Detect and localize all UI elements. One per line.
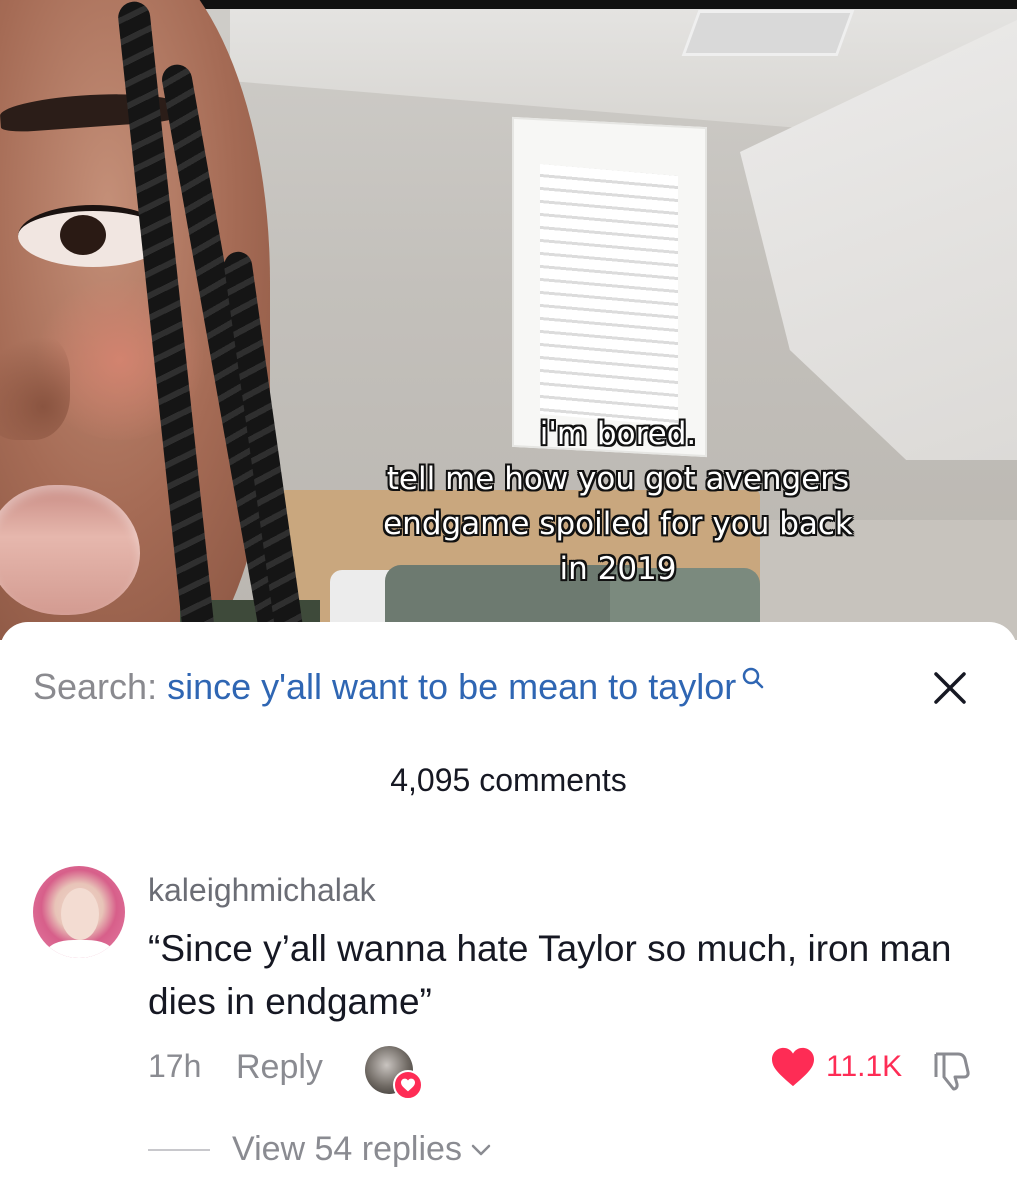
comment-timestamp: 17h	[148, 1048, 202, 1084]
comment-username[interactable]: kaleighmichalak	[148, 872, 376, 909]
caption-line: endgame spoiled for you back	[383, 506, 853, 542]
reply-button[interactable]: Reply	[236, 1048, 323, 1087]
avatar-shirt	[47, 940, 113, 958]
thumbs-down-icon	[934, 1052, 970, 1091]
heart-icon	[772, 1047, 814, 1087]
caption-line: i'm bored.	[539, 416, 697, 452]
dislike-button[interactable]	[930, 1046, 976, 1092]
like-count: 11.1K	[826, 1050, 903, 1083]
search-suggestion[interactable]: Search: since y'all want to be mean to t…	[33, 662, 768, 712]
comment-text: “Since y’all wanna hate Taylor so much, …	[148, 928, 952, 1022]
avatar[interactable]	[33, 866, 125, 958]
video-caption: i'm bored. tell me how you got avengers …	[318, 412, 918, 592]
close-icon	[934, 672, 966, 704]
search-label: Search:	[33, 666, 158, 707]
replies-divider	[148, 1148, 210, 1151]
view-replies-label: View 54 replies	[232, 1130, 462, 1168]
chevron-down-icon	[471, 1144, 491, 1155]
view-replies-button[interactable]: View 54 replies	[148, 1130, 492, 1169]
comments-sheet: Search: since y'all want to be mean to t…	[0, 622, 1017, 1200]
window-blinds	[540, 163, 678, 427]
comments-count: 4,095 comments	[390, 762, 627, 798]
search-icon[interactable]	[740, 662, 768, 698]
creator-heart-icon	[393, 1070, 423, 1100]
close-button[interactable]	[930, 668, 970, 708]
video-frame[interactable]: i'm bored. tell me how you got avengers …	[0, 0, 1017, 640]
avatar-face	[61, 888, 99, 940]
like-button[interactable]	[770, 1046, 816, 1090]
caption-line: in 2019	[559, 551, 677, 587]
air-vent	[681, 10, 855, 56]
search-query-link[interactable]: since y'all want to be mean to taylor	[167, 666, 736, 708]
nose	[0, 330, 70, 440]
caption-line: tell me how you got avengers	[386, 461, 850, 497]
iris	[60, 215, 106, 255]
